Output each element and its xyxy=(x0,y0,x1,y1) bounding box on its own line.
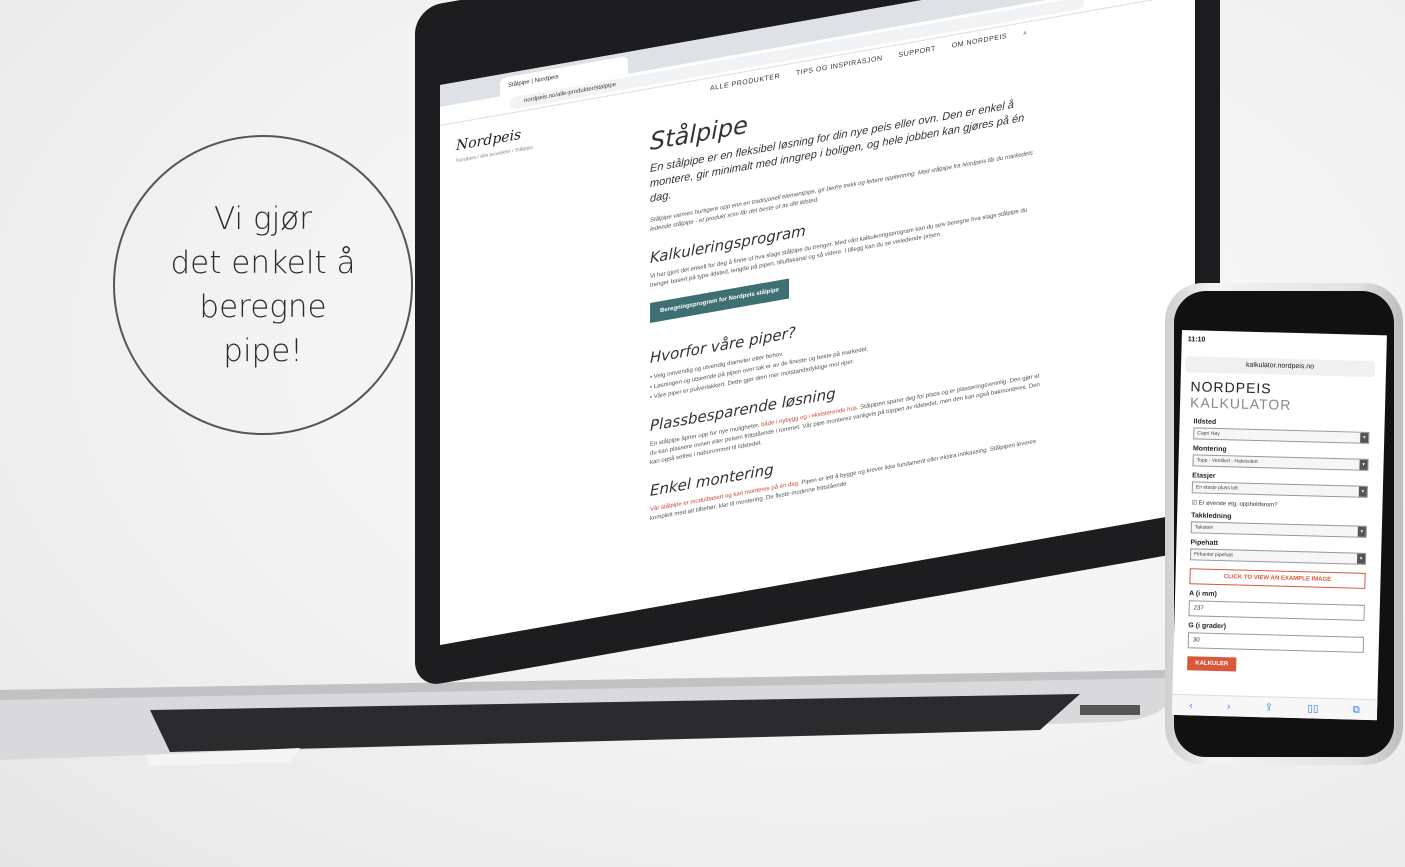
takkledning-select[interactable]: Takstein ▾ xyxy=(1190,521,1367,538)
nav-item-om-nordpeis[interactable]: OM NORDPEIS xyxy=(952,33,1007,51)
checkbox-label: Er øverste etg. oppholdsrom? xyxy=(1198,500,1278,509)
article: Stålpipe En stålpipe er en fleksibel løs… xyxy=(650,59,1040,532)
pipehatt-select[interactable]: Firkantet pipehatt ▾ xyxy=(1189,548,1367,565)
select-value: Topp - Ventilert - Halvisolert xyxy=(1196,457,1258,466)
calculator-form: Ildsted Capri Høy ▾ Montering Topp - Vent… xyxy=(1187,412,1370,675)
callout-text: Vi gjør det enkelt å beregne pipe! xyxy=(170,201,356,369)
bookmarks-icon[interactable]: ▯▯ xyxy=(1307,703,1318,714)
select-value: En etasje pluss loft xyxy=(1195,484,1238,492)
chevron-down-icon: ▾ xyxy=(1360,432,1369,443)
phone-screen: 11:10 kalkulator.nordpeis.no NORDPEIS KA… xyxy=(1171,330,1387,721)
oppholdsrom-checkbox[interactable]: ☑ Er øverste etg. oppholdsrom? xyxy=(1191,499,1367,511)
callout-circle: Vi gjør det enkelt å beregne pipe! xyxy=(113,135,413,435)
search-icon[interactable]: ⌕ xyxy=(1023,29,1027,38)
g-input[interactable]: 30 xyxy=(1187,632,1365,653)
calculate-button[interactable]: KALKULER xyxy=(1187,656,1237,672)
back-icon[interactable]: ‹ xyxy=(1189,700,1193,711)
chevron-down-icon: ▾ xyxy=(1357,526,1366,537)
forward-icon[interactable]: › xyxy=(1227,701,1231,712)
brand-subtitle: KALKULATOR xyxy=(1189,394,1292,413)
ildsted-select[interactable]: Capri Høy ▾ xyxy=(1193,427,1370,444)
a-input[interactable]: 237 xyxy=(1188,600,1365,621)
select-value: Capri Høy xyxy=(1197,430,1220,438)
laptop-base xyxy=(0,670,1170,766)
example-image-button[interactable]: CLICK TO VIEW AN EXAMPLE IMAGE xyxy=(1189,568,1366,589)
status-time: 11:10 xyxy=(1187,336,1206,344)
nav-item-support[interactable]: SUPPORT xyxy=(899,46,936,61)
select-value: Takstein xyxy=(1194,524,1214,531)
montering-select[interactable]: Topp - Ventilert - Halvisolert ▾ xyxy=(1192,454,1369,471)
phone-address-bar[interactable]: kalkulator.nordpeis.no xyxy=(1184,356,1376,378)
select-value: Firkantet pipehatt xyxy=(1194,551,1233,559)
chevron-down-icon: ▾ xyxy=(1358,486,1367,497)
tabs-icon[interactable]: ⧉ xyxy=(1353,704,1360,715)
chevron-down-icon: ▾ xyxy=(1359,459,1368,470)
nav-item-alle-produkter[interactable]: ALLE PRODUKTER xyxy=(710,73,780,93)
chevron-down-icon: ▾ xyxy=(1356,553,1366,564)
etasjer-select[interactable]: En etasje pluss loft ▾ xyxy=(1191,481,1368,498)
share-icon[interactable]: ⇪ xyxy=(1265,702,1274,713)
